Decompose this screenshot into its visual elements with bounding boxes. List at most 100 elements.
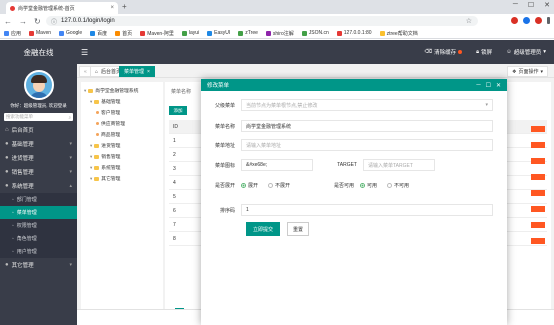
bookmark-item[interactable]: 首页	[115, 30, 132, 37]
menu-target-input[interactable]: 请输入菜单TARGET	[363, 159, 435, 171]
close-icon[interactable]: ×	[110, 5, 114, 11]
bookmark-item[interactable]: Google	[59, 30, 82, 36]
row-action-button[interactable]	[531, 206, 545, 212]
bookmark-item[interactable]: 应用	[4, 30, 21, 37]
caret-icon[interactable]: ▾	[90, 176, 92, 182]
caret-icon[interactable]: ▾	[90, 99, 92, 105]
radio-icon	[268, 183, 274, 188]
row-action-button[interactable]	[531, 238, 545, 244]
menu-icon-input[interactable]: &#xe68e;	[241, 159, 313, 171]
spread-no-label: 不展开	[275, 183, 291, 189]
tree-node[interactable]: ▾ 进货管理	[84, 140, 160, 151]
row-actions	[531, 126, 545, 244]
maximize-icon[interactable]: ☐	[528, 1, 534, 9]
extension-icon[interactable]	[523, 17, 530, 24]
spread-no-radio[interactable]: 不展开	[268, 182, 290, 189]
menu-toggle-icon[interactable]: ☰	[81, 48, 88, 57]
tree-node[interactable]: 供应商管理	[84, 118, 160, 129]
caret-icon[interactable]: ▾	[84, 88, 86, 94]
reload-icon[interactable]: ↻	[34, 17, 41, 26]
add-button[interactable]: 添加	[169, 106, 187, 115]
submit-button[interactable]: 立即提交	[246, 222, 280, 236]
close-icon[interactable]: ×	[147, 69, 150, 75]
submenu-item[interactable]: ◦ 部门管理	[0, 193, 77, 206]
tree-node[interactable]: 客户管理	[84, 107, 160, 118]
bookmark-item[interactable]: shiro注解	[265, 30, 294, 37]
table-cell: 6	[173, 207, 176, 214]
extension-icon[interactable]	[535, 17, 542, 24]
order-input[interactable]: 1	[241, 204, 493, 216]
row-action-button[interactable]	[531, 142, 545, 148]
user-menu[interactable]: ☺ 超级管理员 ▾	[506, 48, 546, 56]
row-action-button[interactable]	[531, 126, 545, 132]
info-icon[interactable]: ⓘ	[51, 17, 57, 26]
bookmark-label: 应用	[11, 30, 22, 37]
clear-cache-button[interactable]: ⌫ 清除缓存	[424, 48, 463, 56]
tree-node[interactable]: ▾ 尚学堂金融管理系统	[84, 85, 160, 96]
parent-select[interactable]: 当前节点为菜单根节点,禁止修改 ▾	[241, 99, 493, 111]
spread-label: 是否展开	[214, 183, 235, 189]
reset-button[interactable]: 重置	[287, 222, 309, 236]
bookmark-item[interactable]: 127.0.0.1:80	[336, 30, 372, 36]
maximize-icon[interactable]: ☐	[486, 82, 491, 89]
minimize-icon[interactable]: ─	[513, 1, 518, 9]
caret-icon[interactable]: ▾	[90, 165, 92, 171]
page-ops-label: 页面操作	[518, 69, 539, 75]
bookmark-label: Maven-阿里	[147, 30, 174, 37]
available-yes-radio[interactable]: 可用	[360, 182, 377, 189]
bookmark-item[interactable]: EasyUI	[207, 30, 230, 36]
menu-name-input[interactable]: 尚学堂金融管理系统	[241, 120, 493, 132]
page-ops-dropdown[interactable]: ❖ 页面操作 ▾	[506, 66, 548, 77]
submenu-item[interactable]: ◦ 用户管理	[0, 245, 77, 258]
tree-node[interactable]: 商品管理	[84, 129, 160, 140]
tree-node[interactable]: ▾ 销售管理	[84, 151, 160, 162]
browser-tab[interactable]: 尚学堂金融管理系统-首页 ×	[6, 2, 118, 14]
row-action-button[interactable]	[531, 174, 545, 180]
row-action-button[interactable]	[531, 222, 545, 228]
sidebar-item[interactable]: ● 系统管理 ▴	[0, 179, 77, 193]
folder-icon	[88, 88, 94, 93]
sidebar-item[interactable]: ● 进货管理 ▾	[0, 151, 77, 165]
sidebar-item[interactable]: ● 销售管理 ▾	[0, 165, 77, 179]
row-action-button[interactable]	[531, 190, 545, 196]
bookmark-item[interactable]: ztree帮助文档	[379, 30, 418, 37]
avatar[interactable]	[23, 70, 54, 100]
submenu-item[interactable]: ◦ 角色管理	[0, 232, 77, 245]
bookmark-star-icon[interactable]: ☆	[466, 17, 472, 25]
bookmark-item[interactable]: zTree	[238, 30, 258, 36]
bookmark-item[interactable]: JSON.cn	[301, 30, 329, 36]
parent-label: 父级菜单	[214, 102, 235, 109]
spread-yes-radio[interactable]: 展开	[241, 182, 258, 189]
tab-menu-manage[interactable]: 菜单管理 ×	[119, 66, 155, 77]
url-field[interactable]: ⓘ 127.0.0.1/login/login ☆	[46, 16, 478, 26]
menu-href-input[interactable]: 请输入菜单地址	[241, 139, 493, 151]
bookmark-label: ztree帮助文档	[386, 30, 418, 37]
sidebar-item[interactable]: ⌂ 后台首页	[0, 123, 77, 137]
sidebar-search-input[interactable]: 搜索功能菜单 ⌕	[4, 113, 73, 121]
back-icon[interactable]: ←	[4, 17, 12, 26]
lock-button[interactable]: 🔒︎ 锁屏	[476, 48, 492, 57]
tree-node[interactable]: ▾ 基础管理	[84, 96, 160, 107]
caret-icon[interactable]: ▾	[90, 143, 92, 149]
tree-node[interactable]: ▾ 系统管理	[84, 162, 160, 173]
sidebar-item-other[interactable]: ● 其它管理 ▾	[0, 258, 77, 272]
submenu-item[interactable]: ◦ 权限管理	[0, 219, 77, 232]
new-tab-button[interactable]: +	[122, 2, 127, 11]
forward-icon[interactable]: →	[19, 17, 27, 26]
bookmark-item[interactable]: 百度	[90, 30, 107, 37]
extension-icon[interactable]	[511, 17, 518, 24]
radio-icon	[387, 183, 393, 188]
row-action-button[interactable]	[531, 158, 545, 164]
window-close-icon[interactable]: ✕	[544, 1, 550, 9]
close-icon[interactable]: ✕	[496, 82, 501, 89]
minimize-icon[interactable]: ─	[476, 82, 480, 89]
available-no-radio[interactable]: 不可用	[387, 182, 409, 189]
bookmark-item[interactable]: layui	[181, 30, 199, 36]
menu-dots-icon[interactable]	[547, 17, 550, 24]
bookmark-item[interactable]: Maven	[29, 30, 51, 36]
tree-node[interactable]: ▾ 其它管理	[84, 173, 160, 184]
bookmark-item[interactable]: Maven-阿里	[140, 30, 174, 37]
submenu-item[interactable]: ◦ 菜单管理	[0, 206, 77, 219]
sidebar-item[interactable]: ● 基础管理 ▾	[0, 137, 77, 151]
caret-icon[interactable]: ▾	[90, 154, 92, 160]
